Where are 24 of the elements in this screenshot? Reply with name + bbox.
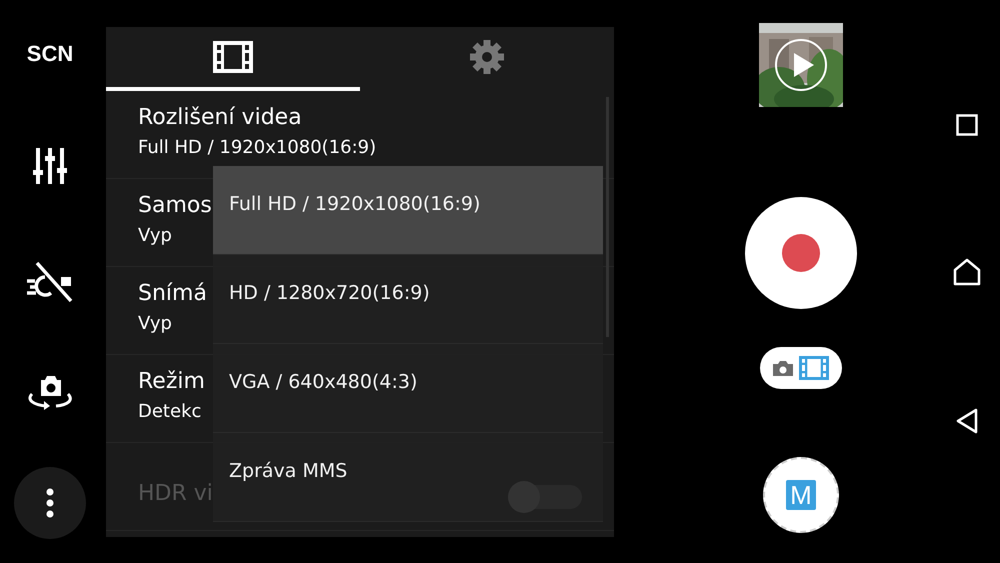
film-icon <box>213 41 253 73</box>
setting-title: Snímá <box>138 281 207 306</box>
setting-value: Vyp <box>138 313 172 334</box>
setting-title: Rozlišení videa <box>138 105 302 130</box>
setting-title: Režim <box>138 369 205 394</box>
setting-value: Full HD / 1920x1080(16:9) <box>138 137 376 158</box>
sliders-icon[interactable] <box>33 148 67 184</box>
more-icon <box>46 488 54 518</box>
dropdown-option[interactable]: HD / 1280x720(16:9) <box>213 255 603 344</box>
dropdown-option[interactable]: Full HD / 1920x1080(16:9) <box>213 166 603 255</box>
scene-mode-button[interactable]: SCN <box>26 41 74 67</box>
dropdown-option[interactable]: Zpráva MMS <box>213 433 603 522</box>
home-icon[interactable] <box>953 258 981 286</box>
recents-icon[interactable] <box>956 114 978 136</box>
play-icon <box>774 38 828 92</box>
mode-switch[interactable] <box>760 347 842 389</box>
dropdown-option[interactable]: VGA / 640x480(4:3) <box>213 344 603 433</box>
settings-icon <box>469 39 505 75</box>
setting-value: Vyp <box>138 225 172 246</box>
back-icon[interactable] <box>955 408 979 434</box>
setting-title: HDR vi <box>138 481 213 506</box>
flash-off-icon[interactable] <box>25 261 75 303</box>
setting-value: Detekc <box>138 401 202 422</box>
setting-title: Samos <box>138 193 212 218</box>
